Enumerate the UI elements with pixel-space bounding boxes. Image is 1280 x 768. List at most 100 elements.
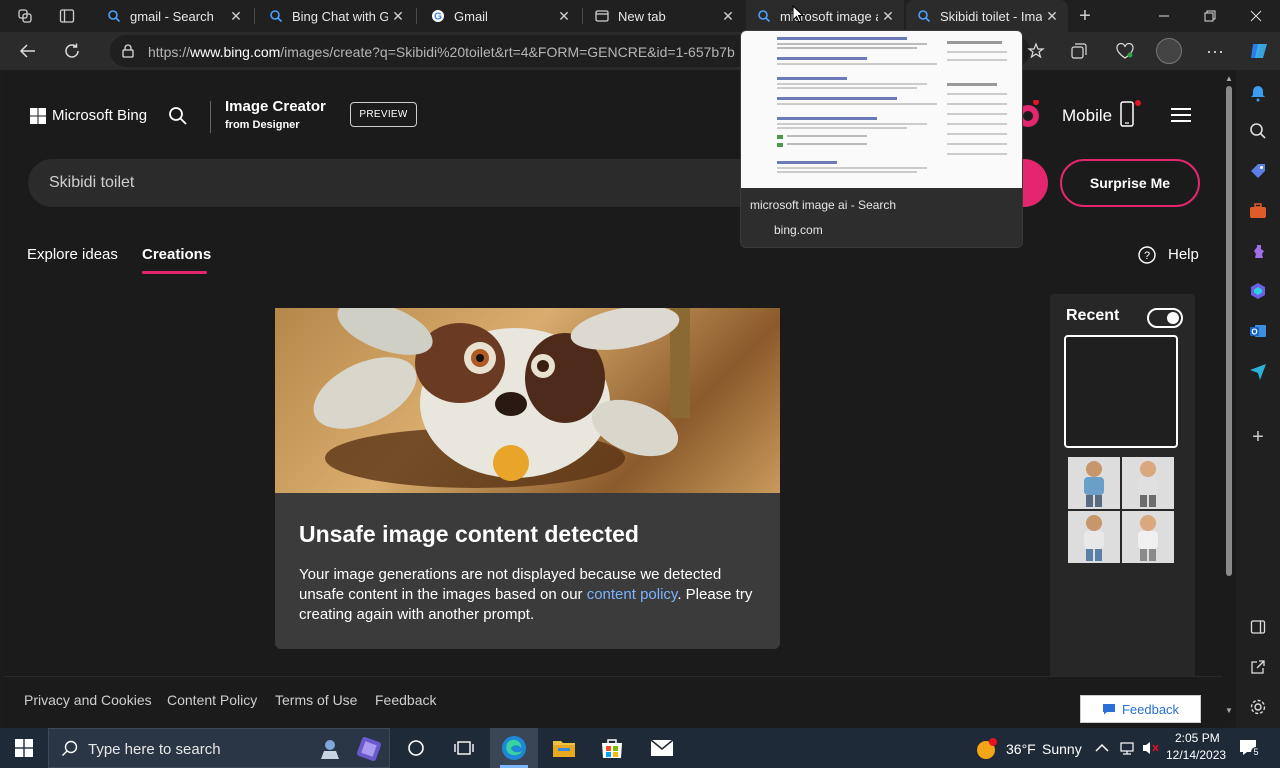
browser-essentials-icon[interactable] <box>1114 40 1136 62</box>
minimize-icon[interactable] <box>1150 6 1178 26</box>
clock-date[interactable]: 12/14/2023 <box>1166 748 1226 762</box>
network-icon[interactable] <box>1118 739 1136 757</box>
add-sidebar-app-icon[interactable]: + <box>1247 426 1269 448</box>
help-link[interactable]: Help <box>1168 246 1199 263</box>
chevron-up-icon[interactable] <box>1094 740 1110 756</box>
page-footer: Privacy and Cookies Content Policy Terms… <box>4 676 1222 728</box>
mail-icon[interactable] <box>648 736 676 760</box>
feedback-button-label: Feedback <box>1121 701 1180 717</box>
scroll-up-arrow-icon[interactable]: ▲ <box>1225 74 1233 83</box>
windows-start-icon[interactable] <box>12 738 36 758</box>
tab-creations[interactable]: Creations <box>142 246 211 263</box>
scroll-down-arrow-icon[interactable]: ▼ <box>1225 706 1233 715</box>
action-center-icon[interactable]: 5 <box>1238 738 1261 758</box>
close-tab-icon[interactable]: ✕ <box>718 6 738 26</box>
recent-current-item[interactable] <box>1064 335 1178 448</box>
footer-link-content-policy[interactable]: Content Policy <box>167 692 257 708</box>
notifications-icon[interactable] <box>1247 82 1269 104</box>
profile-avatar[interactable] <box>1156 38 1182 64</box>
footer-link-feedback[interactable]: Feedback <box>375 692 436 708</box>
games-chess-icon[interactable] <box>1247 240 1269 262</box>
recent-title: Recent <box>1066 307 1120 324</box>
search-highlight-art-icon <box>353 733 385 765</box>
close-tab-icon[interactable]: ✕ <box>554 6 574 26</box>
hamburger-menu-icon[interactable] <box>1168 104 1194 126</box>
mobile-phone-icon[interactable] <box>1118 100 1142 130</box>
tools-briefcase-icon[interactable] <box>1247 200 1269 222</box>
result-card: Unsafe image content detected Your image… <box>275 308 780 649</box>
send-icon[interactable] <box>1247 360 1269 382</box>
favorites-icon[interactable] <box>1025 40 1047 62</box>
weather-sun-icon[interactable] <box>975 737 999 761</box>
feedback-button[interactable]: Feedback <box>1080 695 1201 723</box>
feedback-icon <box>1102 704 1115 715</box>
sidebar-search-icon[interactable] <box>1247 120 1269 142</box>
product-subtitle: from Designer <box>225 119 300 131</box>
tab-actions-icon[interactable] <box>56 6 78 26</box>
recent-thumbnail[interactable] <box>1122 511 1174 563</box>
tab-gmail-search[interactable]: gmail - Search ✕ <box>96 0 252 32</box>
sidebar-settings-icon[interactable] <box>1247 696 1269 718</box>
copilot-icon[interactable] <box>1246 38 1272 64</box>
tab-microsoft-image-ai[interactable]: microsoft image ai - Search ✕ <box>746 0 904 32</box>
shopping-tag-icon[interactable] <box>1247 160 1269 182</box>
more-options-icon[interactable]: ··· <box>1204 40 1226 62</box>
clock-time[interactable]: 2:05 PM <box>1175 731 1220 745</box>
tab-label: gmail - Search <box>130 8 214 24</box>
workspaces-icon[interactable] <box>14 6 36 26</box>
edge-taskbar-button[interactable] <box>490 728 538 768</box>
recent-thumbnail[interactable] <box>1068 511 1120 563</box>
brand-name[interactable]: Microsoft Bing <box>52 107 147 124</box>
close-window-icon[interactable] <box>1242 6 1270 26</box>
content-policy-link[interactable]: content policy <box>587 586 678 603</box>
active-tab-indicator <box>142 271 207 274</box>
collections-icon[interactable] <box>1068 40 1090 62</box>
mobile-label[interactable]: Mobile <box>1062 106 1112 126</box>
tab-hover-preview[interactable]: microsoft image ai - Search bing.com <box>740 30 1023 248</box>
refresh-icon[interactable] <box>60 40 84 62</box>
recent-thumbnail[interactable] <box>1122 457 1174 509</box>
tab-gmail[interactable]: G Gmail ✕ <box>420 0 580 32</box>
help-icon[interactable]: ? <box>1137 245 1157 265</box>
preview-badge: PREVIEW <box>350 102 417 127</box>
recent-thumbnail[interactable] <box>1068 457 1120 509</box>
taskbar-search-box[interactable]: Type here to search <box>48 728 390 768</box>
generated-image-thumbnail[interactable] <box>275 308 780 493</box>
sidebar-layout-icon[interactable] <box>1247 616 1269 638</box>
open-external-icon[interactable] <box>1247 656 1269 678</box>
recent-panel: Recent <box>1050 294 1195 684</box>
back-icon[interactable] <box>16 40 40 62</box>
tab-explore-ideas[interactable]: Explore ideas <box>27 246 118 263</box>
recent-toggle[interactable] <box>1147 308 1183 328</box>
file-explorer-icon[interactable] <box>550 736 578 760</box>
search-icon[interactable] <box>166 104 190 128</box>
tab-preview-domain: bing.com <box>774 223 823 237</box>
notification-count: 5 <box>1251 747 1261 757</box>
lock-icon[interactable] <box>120 43 136 59</box>
footer-link-terms[interactable]: Terms of Use <box>275 692 357 708</box>
restore-icon[interactable] <box>1196 6 1224 26</box>
page-scrollbar[interactable]: ▲ ▼ <box>1222 70 1236 720</box>
url-scheme: https:// <box>148 44 191 60</box>
microsoft365-icon[interactable] <box>1247 280 1269 302</box>
scrollbar-thumb[interactable] <box>1226 86 1232 576</box>
footer-link-privacy[interactable]: Privacy and Cookies <box>24 692 152 708</box>
tab-new-tab[interactable]: New tab ✕ <box>584 0 744 32</box>
tab-bing-chat[interactable]: Bing Chat with GPT-4 ✕ <box>258 0 414 32</box>
volume-muted-icon[interactable] <box>1140 739 1160 757</box>
close-tab-icon[interactable]: ✕ <box>388 6 408 26</box>
close-tab-icon[interactable]: ✕ <box>1042 6 1062 26</box>
outlook-icon[interactable]: O <box>1247 320 1269 342</box>
cortana-icon[interactable] <box>404 738 428 758</box>
weather-temperature[interactable]: 36°F <box>1006 741 1036 757</box>
weather-description[interactable]: Sunny <box>1042 741 1082 757</box>
close-tab-icon[interactable]: ✕ <box>226 6 246 26</box>
tab-label: Gmail <box>454 8 488 24</box>
tab-skibidi-toilet[interactable]: Skibidi toilet - Image Creator ✕ <box>906 0 1068 32</box>
url-path: /images/create?q=Skibidi%20toilet&rt=4&F… <box>280 44 735 60</box>
microsoft-store-icon[interactable] <box>598 736 626 760</box>
new-tab-plus-icon[interactable]: + <box>1074 5 1096 27</box>
surprise-me-button[interactable]: Surprise Me <box>1060 159 1200 207</box>
task-view-icon[interactable] <box>452 738 476 758</box>
close-tab-icon[interactable]: ✕ <box>878 6 898 26</box>
